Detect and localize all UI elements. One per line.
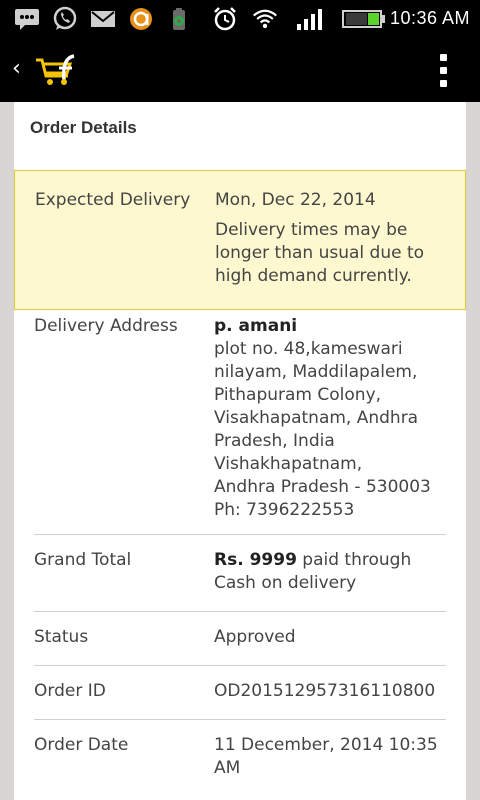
- address-line: plot no. 48,kameswari: [214, 339, 403, 359]
- battery-icon: [342, 6, 386, 32]
- order-date-value: 11 December, 2014 10:35 AM: [214, 735, 438, 778]
- overflow-menu-icon[interactable]: [438, 54, 448, 88]
- status-label: Status: [34, 627, 89, 647]
- clock-time: 10:36 AM: [389, 8, 470, 28]
- message-icon: [14, 6, 40, 32]
- grand-total-amount: Rs. 9999: [214, 550, 297, 570]
- order-id-value: OD201512957316110800: [214, 681, 436, 701]
- delivery-note: Delivery times may be longer than usual …: [215, 220, 425, 286]
- divider: [34, 719, 446, 720]
- recipient-name: p. amani: [214, 316, 298, 336]
- gmail-icon: [90, 6, 116, 32]
- app-bar: ‹: [0, 38, 480, 102]
- divider: [34, 665, 446, 666]
- signal-icon: [296, 6, 326, 32]
- back-button[interactable]: ‹: [12, 56, 21, 81]
- expected-delivery-label: Expected Delivery: [35, 190, 191, 210]
- expected-delivery-panel: Expected Delivery Mon, Dec 22, 2014 Deli…: [14, 170, 466, 310]
- order-id-label: Order ID: [34, 681, 106, 701]
- order-date-label: Order Date: [34, 735, 129, 755]
- flipkart-logo-icon[interactable]: [34, 54, 82, 92]
- grand-total-value: Rs. 9999 paid through Cash on delivery: [214, 549, 446, 595]
- delivery-address-label: Delivery Address: [34, 316, 178, 336]
- card-title: Order Details: [30, 118, 137, 137]
- grand-total-label: Grand Total: [34, 550, 132, 570]
- delivery-address: p. amani plot no. 48,kameswari nilayam, …: [214, 315, 446, 522]
- address-line: Andhra Pradesh - 530003: [214, 477, 431, 497]
- divider: [34, 534, 446, 535]
- expected-delivery-date: Mon, Dec 22, 2014: [215, 190, 376, 210]
- address-line: Pradesh, India: [214, 431, 335, 451]
- status-bar: 10:36 AM: [0, 0, 480, 38]
- address-line: nilayam, Maddilapalem,: [214, 362, 418, 382]
- battery-app-icon: [166, 6, 192, 32]
- divider: [34, 611, 446, 612]
- address-line: Vishakhapatnam,: [214, 454, 363, 474]
- phone-number: Ph: 7396222553: [214, 500, 355, 520]
- address-line: Pithapuram Colony,: [214, 385, 382, 405]
- order-details-card: Order Details Expected Delivery Mon, Dec…: [14, 102, 466, 800]
- alarm-icon: [212, 6, 238, 32]
- status-value: Approved: [214, 627, 296, 647]
- address-line: Visakhapatnam, Andhra: [214, 408, 419, 428]
- whatsapp-icon: [52, 6, 78, 32]
- app-icon: [128, 6, 154, 32]
- wifi-icon: [252, 6, 278, 32]
